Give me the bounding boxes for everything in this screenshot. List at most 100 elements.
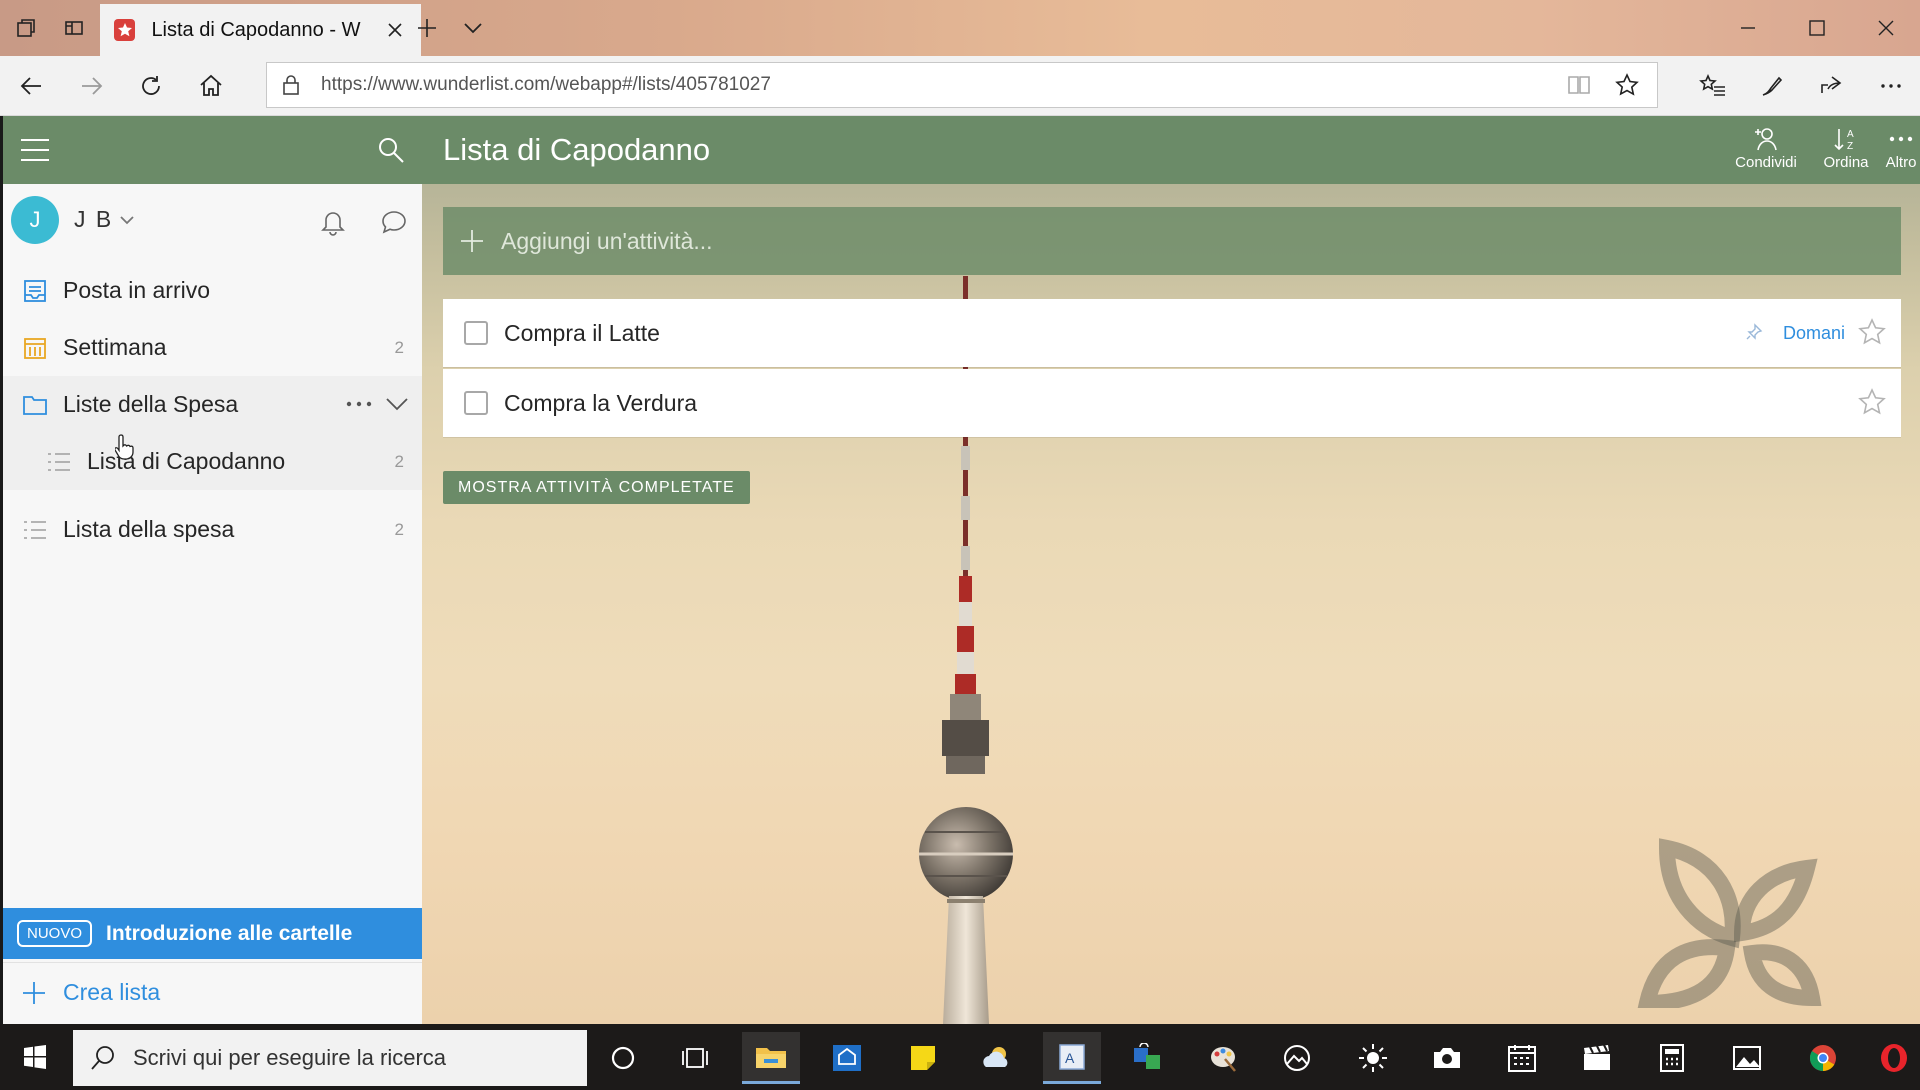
- taskbar-search-box[interactable]: [73, 1030, 587, 1086]
- web-note-pen-icon[interactable]: [1752, 66, 1792, 106]
- maximize-icon[interactable]: [1793, 8, 1841, 48]
- photos-landscape-icon[interactable]: [1268, 1032, 1326, 1084]
- home-icon[interactable]: [191, 66, 231, 106]
- sidebar-item-shopping-list[interactable]: Lista della spesa 2: [3, 501, 422, 558]
- star-icon[interactable]: [1857, 387, 1887, 422]
- set-tabs-aside-icon[interactable]: [56, 10, 92, 46]
- more-label: Altro: [1885, 154, 1917, 171]
- item-count: 2: [394, 519, 404, 539]
- calculator-icon[interactable]: [1643, 1032, 1701, 1084]
- avatar[interactable]: J: [11, 196, 59, 244]
- sort-label: Ordina: [1823, 154, 1869, 171]
- show-completed-button[interactable]: MOSTRA ATTIVITÀ COMPLETATE: [443, 471, 750, 504]
- user-row[interactable]: [3, 184, 422, 260]
- sidebar-item-label: Posta in arrivo: [63, 277, 211, 303]
- share-label: Condividi: [1735, 154, 1797, 171]
- folder-icon: [21, 391, 49, 419]
- share-icon[interactable]: [1811, 66, 1851, 106]
- windows-start-icon[interactable]: [0, 1024, 70, 1090]
- svg-text:Z: Z: [1847, 141, 1853, 152]
- chevron-down-icon[interactable]: [385, 394, 409, 419]
- camera-icon[interactable]: [1418, 1032, 1476, 1084]
- sticky-notes-icon[interactable]: [894, 1032, 952, 1084]
- reading-view-icon[interactable]: [1567, 74, 1591, 101]
- mail-app-icon[interactable]: [818, 1032, 876, 1084]
- lock-icon: [281, 74, 301, 101]
- more-options-icon[interactable]: [1871, 66, 1911, 106]
- item-count: 2: [394, 451, 404, 471]
- forward-icon[interactable]: [71, 66, 111, 106]
- opera-browser-icon[interactable]: [1868, 1032, 1920, 1084]
- page-title: Lista di Capodanno: [443, 132, 711, 167]
- add-task-bar[interactable]: [443, 207, 1901, 275]
- task-title[interactable]: Compra la Verdura: [504, 390, 697, 417]
- brightness-sun-icon[interactable]: [1344, 1032, 1402, 1084]
- calendar-icon[interactable]: [1493, 1032, 1551, 1084]
- photos-app-icon[interactable]: [1718, 1032, 1776, 1084]
- favorites-hub-icon[interactable]: [1693, 66, 1733, 106]
- tab-title: Lista di Capodanno - W: [151, 18, 361, 41]
- taskbar-search-input[interactable]: [133, 1045, 573, 1071]
- security-app-icon[interactable]: [1118, 1032, 1176, 1084]
- back-icon[interactable]: [12, 66, 52, 106]
- browser-toolbar: https://www.wunderlist.com/webapp#/lists…: [0, 56, 1920, 116]
- task-checkbox[interactable]: [464, 321, 488, 345]
- chevron-down-icon[interactable]: [119, 213, 135, 232]
- task-view-icon[interactable]: [666, 1032, 724, 1084]
- chrome-browser-icon[interactable]: [1794, 1032, 1852, 1084]
- weather-app-icon[interactable]: [968, 1032, 1026, 1084]
- new-badge: NUOVO: [17, 920, 93, 947]
- sidebar-folder-shopping[interactable]: Liste della Spesa: [3, 376, 422, 433]
- main-panel: Lista di Capodanno Condividi AZ Ordina A…: [422, 116, 1920, 1024]
- address-bar[interactable]: https://www.wunderlist.com/webapp#/lists…: [266, 62, 1658, 108]
- paint-app-icon[interactable]: [1194, 1032, 1252, 1084]
- more-button[interactable]: Altro: [1873, 126, 1920, 178]
- sidebar-item-new-year-list[interactable]: Lista di Capodanno 2: [3, 433, 422, 490]
- star-icon[interactable]: [1857, 317, 1887, 352]
- close-tab-icon[interactable]: [384, 18, 407, 42]
- refresh-icon[interactable]: [131, 66, 171, 106]
- word-document-icon[interactable]: A: [1043, 1032, 1101, 1084]
- folders-intro-banner[interactable]: NUOVO Introduzione alle cartelle: [3, 908, 422, 959]
- item-count: 2: [394, 337, 404, 357]
- tab-preview-chevron-icon[interactable]: [455, 10, 491, 46]
- browser-tab[interactable]: Lista di Capodanno - W: [100, 4, 421, 56]
- user-name[interactable]: J B: [74, 206, 113, 233]
- create-list-button[interactable]: Crea lista: [3, 962, 422, 1022]
- url-text: https://www.wunderlist.com/webapp#/lists…: [321, 74, 771, 95]
- new-tab-icon[interactable]: [409, 10, 445, 46]
- minimize-icon[interactable]: [1724, 8, 1772, 48]
- file-explorer-icon[interactable]: [742, 1032, 800, 1084]
- calendar-week-icon: [21, 334, 49, 362]
- list-icon: [21, 516, 49, 544]
- more-dots-icon[interactable]: [345, 394, 373, 419]
- task-row[interactable]: Compra la Verdura: [443, 369, 1901, 437]
- task-checkbox[interactable]: [464, 391, 488, 415]
- favorite-star-icon[interactable]: [1615, 73, 1639, 102]
- plus-icon: [21, 980, 47, 1011]
- sidebar: J J B Posta in arrivo Settimana 2 Liste …: [0, 116, 422, 1024]
- plus-icon: [459, 228, 485, 254]
- due-date[interactable]: Domani: [1783, 323, 1845, 344]
- banner-text: Introduzione alle cartelle: [106, 921, 353, 945]
- list-header: Lista di Capodanno Condividi AZ Ordina A…: [422, 116, 1920, 184]
- hamburger-menu-icon[interactable]: [19, 136, 51, 169]
- share-list-button[interactable]: Condividi: [1726, 126, 1806, 178]
- search-icon[interactable]: [377, 136, 405, 169]
- wunderlist-favicon-icon: [114, 19, 136, 41]
- close-window-icon[interactable]: [1862, 8, 1910, 48]
- svg-text:A: A: [1847, 129, 1854, 140]
- sidebar-header: [3, 116, 422, 184]
- watermark-logo-icon: [1637, 838, 1822, 1008]
- bell-icon[interactable]: [320, 208, 346, 241]
- cortana-icon[interactable]: [594, 1032, 652, 1084]
- add-task-input[interactable]: [501, 227, 1801, 255]
- task-row[interactable]: Compra il Latte Domani: [443, 299, 1901, 367]
- pin-icon[interactable]: [1745, 323, 1763, 346]
- movies-clapper-icon[interactable]: [1568, 1032, 1626, 1084]
- comments-icon[interactable]: [380, 208, 408, 241]
- tab-manager-icon[interactable]: [8, 10, 44, 46]
- sidebar-item-inbox[interactable]: Posta in arrivo: [3, 262, 422, 319]
- sidebar-item-week[interactable]: Settimana 2: [3, 319, 422, 376]
- task-title[interactable]: Compra il Latte: [504, 320, 660, 347]
